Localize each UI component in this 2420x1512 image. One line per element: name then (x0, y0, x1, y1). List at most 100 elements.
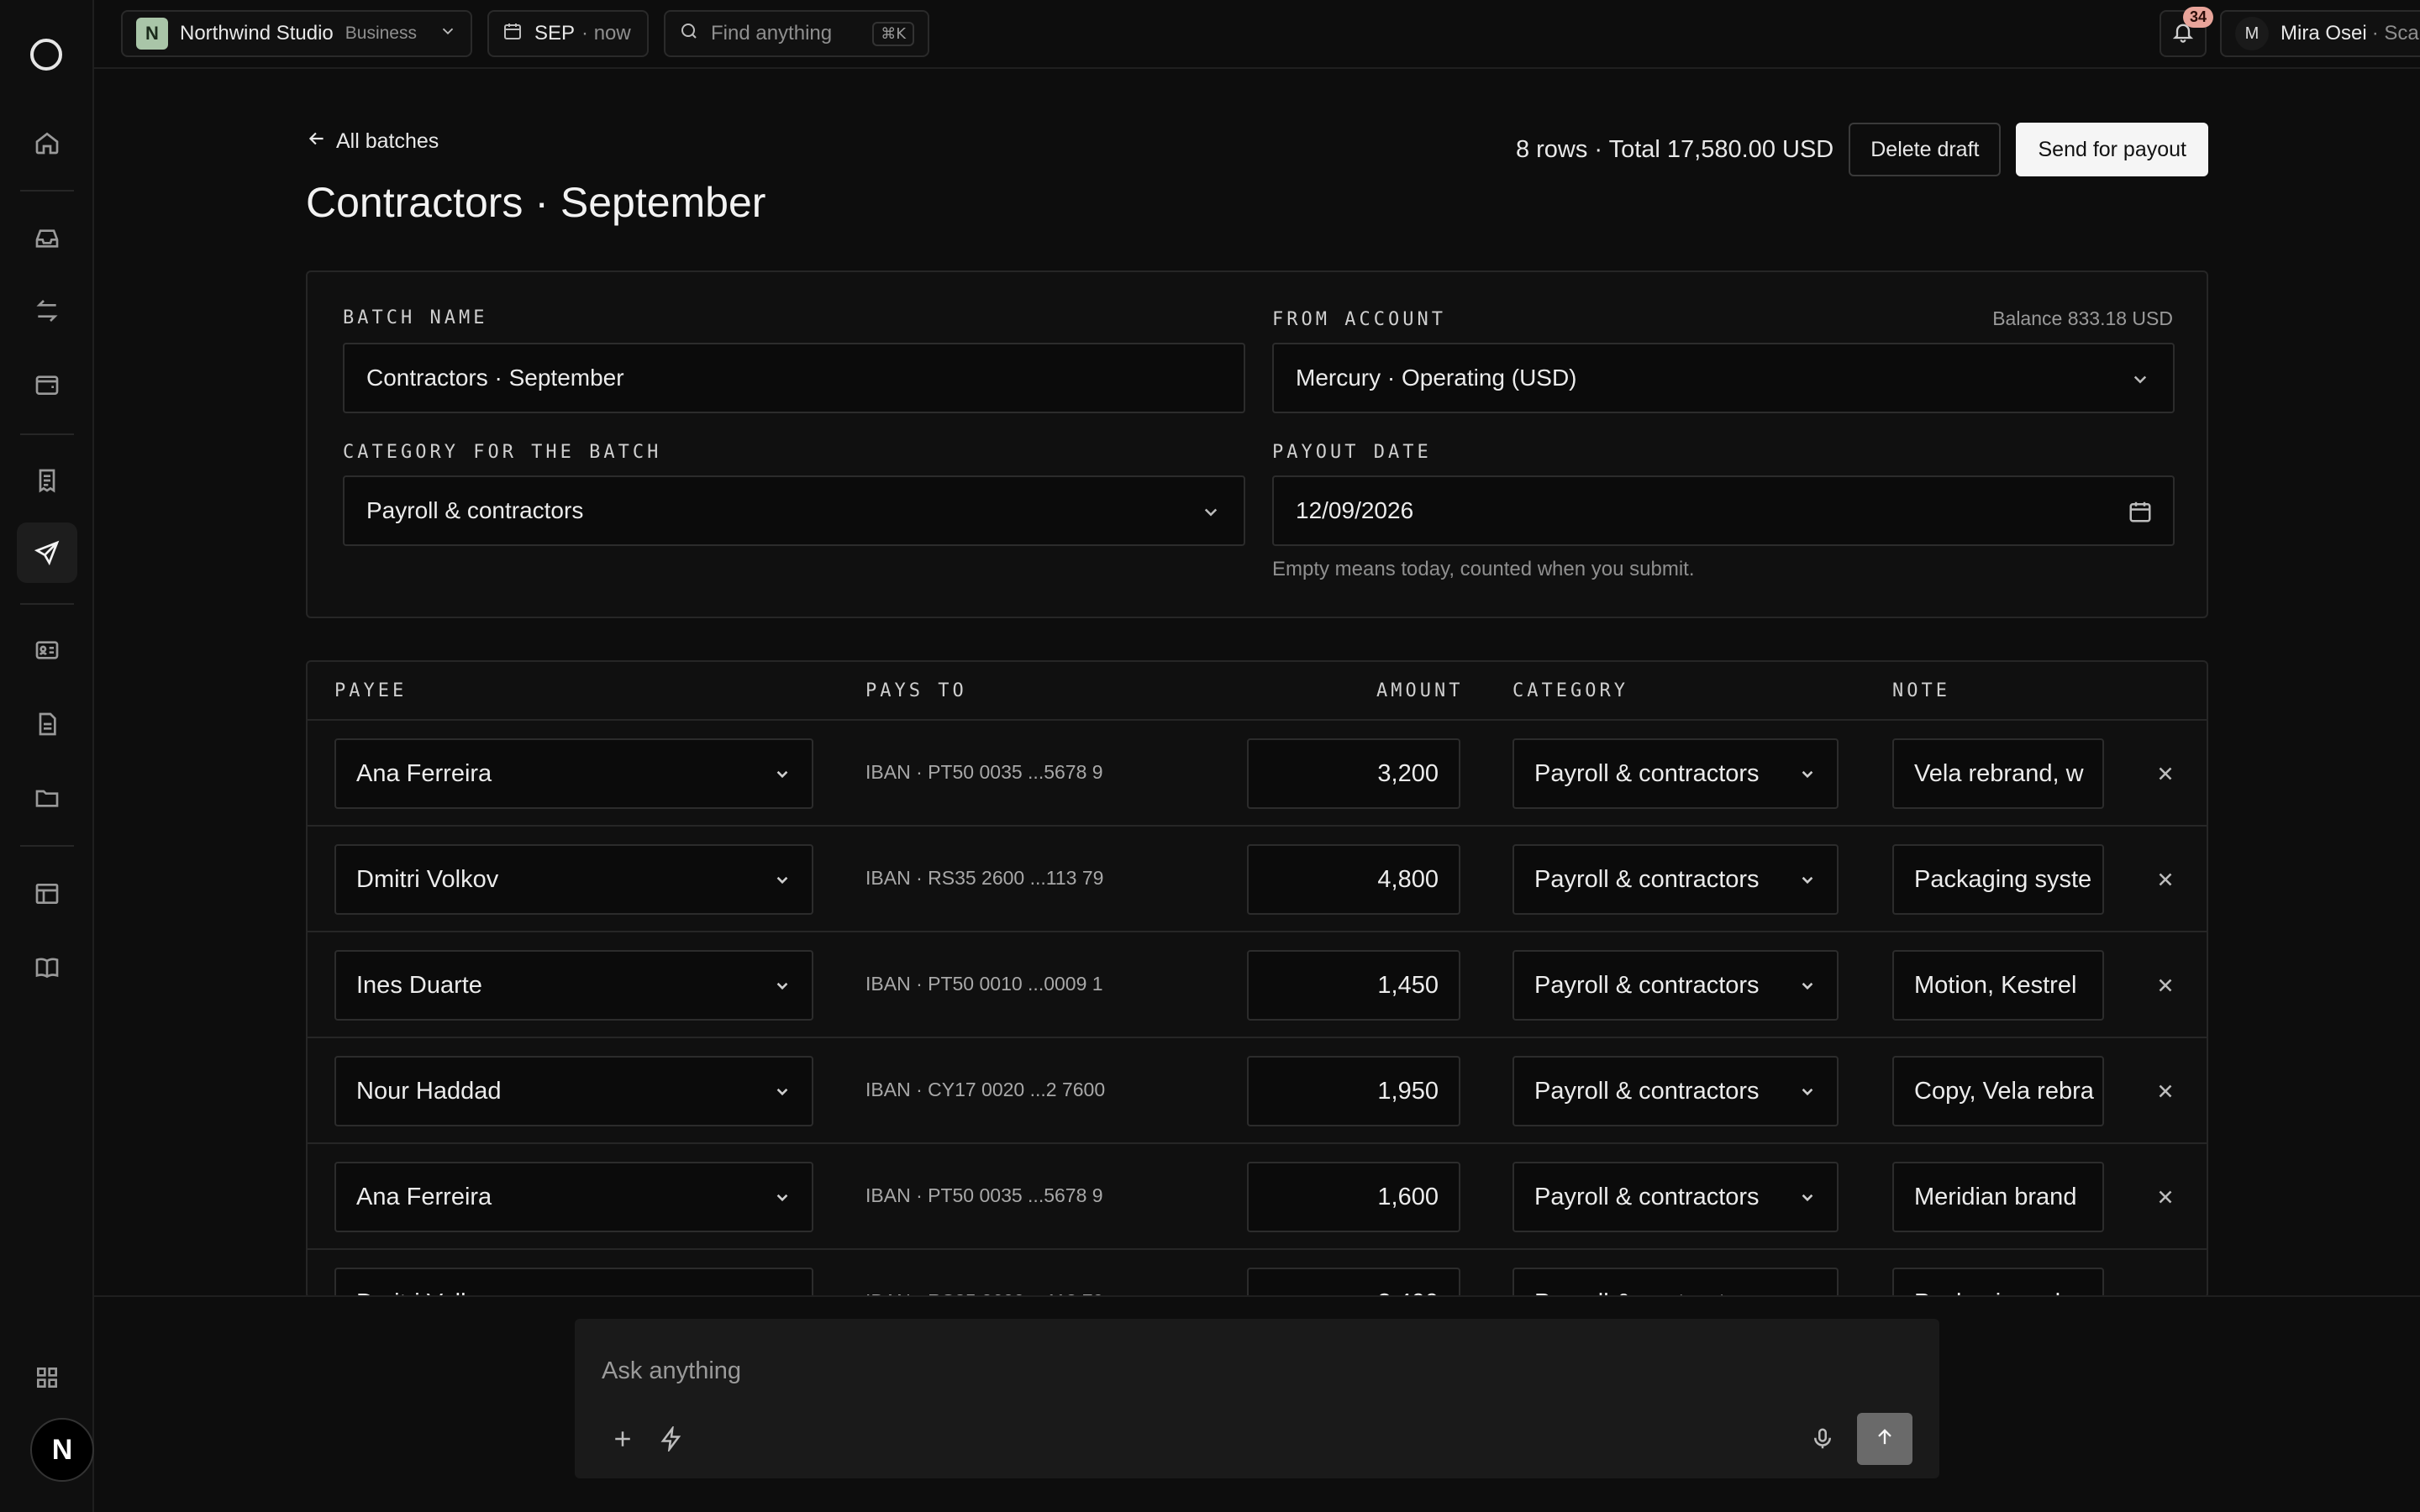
book-icon[interactable] (17, 937, 77, 998)
note-input[interactable]: Copy, Vela rebra (1892, 1056, 2104, 1126)
row-category-select[interactable]: Payroll & contractors (1512, 844, 1839, 915)
remove-row-icon[interactable] (2154, 974, 2176, 1000)
batch-settings-card: BATCH NAME Contractors · September FROM … (306, 270, 2208, 618)
amount-input[interactable]: 4,800 (1247, 844, 1460, 915)
note-input[interactable]: Meridian brand (1892, 1162, 2104, 1232)
chevron-down-icon (771, 1080, 793, 1109)
app-logo-icon[interactable] (30, 39, 62, 71)
note-input[interactable]: Packaging syste (1892, 844, 2104, 915)
column-pays-to: PAYS TO (865, 680, 967, 701)
workspace-badge: N (136, 18, 168, 50)
payee-select[interactable]: Ana Ferreira (334, 1162, 813, 1232)
chevron-down-icon (439, 22, 457, 46)
payee-select[interactable]: Nour Haddad (334, 1056, 813, 1126)
search-icon (679, 21, 699, 47)
remove-row-icon[interactable] (2154, 1186, 2176, 1212)
amount-input[interactable]: 1,450 (1247, 950, 1460, 1021)
assistant-composer[interactable]: Ask anything (575, 1319, 1939, 1478)
payee-select[interactable]: Ines Duarte (334, 950, 813, 1021)
payee-select[interactable]: Dmitri Volkov (334, 844, 813, 915)
note-input[interactable]: Motion, Kestrel (1892, 950, 2104, 1021)
back-link[interactable]: All batches (306, 128, 439, 155)
plus-icon[interactable] (610, 1426, 635, 1456)
user-menu[interactable]: M Mira Osei · Scale (2220, 10, 2420, 57)
home-icon[interactable] (17, 113, 77, 173)
amount-input[interactable]: 2,400 (1247, 1268, 1460, 1297)
remove-row-icon[interactable] (2154, 869, 2176, 895)
note-value: Packaging syste (1914, 865, 2092, 893)
apps-grid-icon[interactable] (17, 1347, 77, 1408)
delete-draft-button[interactable]: Delete draft (1849, 123, 2002, 176)
search-shortcut: ⌘K (872, 21, 914, 46)
transfers-icon[interactable] (17, 281, 77, 341)
folder-icon[interactable] (17, 768, 77, 828)
note-value: Meridian brand (1914, 1183, 2077, 1210)
remove-row-icon[interactable] (2154, 1080, 2176, 1106)
row-category-select[interactable]: Payroll & contractors (1512, 1268, 1839, 1297)
payout-date-input[interactable]: 12/09/2026 (1272, 475, 2175, 546)
amount-value: 1,950 (1377, 1077, 1439, 1105)
payee-select[interactable]: Dmitri Volkov (334, 1268, 813, 1297)
period-selector[interactable]: SEP · now (487, 10, 649, 57)
document-icon[interactable] (17, 694, 77, 754)
amount-value: 4,800 (1377, 865, 1439, 893)
table-header: PAYEE PAYS TO AMOUNT CATEGORY NOTE (308, 662, 2207, 721)
send-payout-icon[interactable] (17, 522, 77, 583)
note-value: Vela rebrand, w (1914, 759, 2084, 787)
workspace-switcher[interactable]: N Northwind Studio Business (121, 10, 472, 57)
arrow-left-icon (306, 128, 328, 155)
from-account-select[interactable]: Mercury · Operating (USD) (1272, 343, 2175, 413)
chevron-down-icon (771, 869, 793, 897)
arrow-up-icon (1873, 1425, 1897, 1453)
back-link-label: All batches (336, 129, 439, 153)
search-bar[interactable]: Find anything ⌘K (664, 10, 929, 57)
note-input[interactable]: Packaging, phase (1892, 1268, 2104, 1297)
batch-name-input[interactable]: Contractors · September (343, 343, 1245, 413)
layout-icon[interactable] (17, 864, 77, 924)
amount-value: 3,200 (1377, 759, 1439, 787)
composer-input[interactable]: Ask anything (602, 1357, 741, 1385)
amount-input[interactable]: 1,950 (1247, 1056, 1460, 1126)
notification-count-badge: 34 (2182, 7, 2213, 28)
payee-account: IBAN · RS35 2600 ...113 79 (865, 867, 1104, 889)
contact-card-icon[interactable] (17, 620, 77, 680)
from-account-label: FROM ACCOUNT (1272, 309, 1446, 330)
lightning-icon[interactable] (659, 1424, 684, 1456)
send-for-payout-button[interactable]: Send for payout (2016, 123, 2208, 176)
microphone-icon[interactable] (1810, 1426, 1835, 1456)
receipt-icon[interactable] (17, 450, 77, 511)
column-category: CATEGORY (1512, 680, 1628, 701)
amount-input[interactable]: 3,200 (1247, 738, 1460, 809)
payee-select[interactable]: Ana Ferreira (334, 738, 813, 809)
column-payee: PAYEE (334, 680, 408, 701)
wallet-icon[interactable] (17, 354, 77, 415)
chevron-down-icon (771, 1186, 793, 1215)
amount-value: 1,600 (1377, 1183, 1439, 1210)
account-avatar[interactable]: N (30, 1418, 94, 1482)
row-category-select[interactable]: Payroll & contractors (1512, 738, 1839, 809)
payee-name: Ana Ferreira (356, 759, 492, 787)
rail-divider (20, 845, 74, 847)
batch-category-value: Payroll & contractors (366, 497, 584, 523)
note-input[interactable]: Vela rebrand, w (1892, 738, 2104, 809)
notifications-button[interactable]: 34 (2160, 7, 2213, 57)
workspace-name: Northwind Studio (180, 22, 334, 45)
row-category-value: Payroll & contractors (1534, 1077, 1760, 1105)
rail-divider (20, 603, 74, 605)
chevron-down-icon (771, 763, 793, 791)
batch-name-value: Contractors · September (366, 365, 624, 391)
chevron-down-icon (1797, 869, 1818, 897)
batch-category-select[interactable]: Payroll & contractors (343, 475, 1245, 546)
top-bar: N Northwind Studio Business SEP · now Fi… (94, 0, 2420, 69)
send-message-button[interactable] (1857, 1413, 1912, 1465)
inbox-icon[interactable] (17, 208, 77, 269)
row-category-select[interactable]: Payroll & contractors (1512, 1162, 1839, 1232)
row-category-select[interactable]: Payroll & contractors (1512, 950, 1839, 1021)
calendar-icon[interactable] (2128, 499, 2153, 530)
table-row: Dmitri VolkovIBAN · RS35 2600 ...113 792… (308, 1250, 2207, 1297)
payee-account: IBAN · CY17 0020 ...2 7600 (865, 1079, 1106, 1100)
amount-input[interactable]: 1,600 (1247, 1162, 1460, 1232)
row-category-select[interactable]: Payroll & contractors (1512, 1056, 1839, 1126)
workspace-plan: Business (345, 24, 417, 43)
remove-row-icon[interactable] (2154, 763, 2176, 789)
